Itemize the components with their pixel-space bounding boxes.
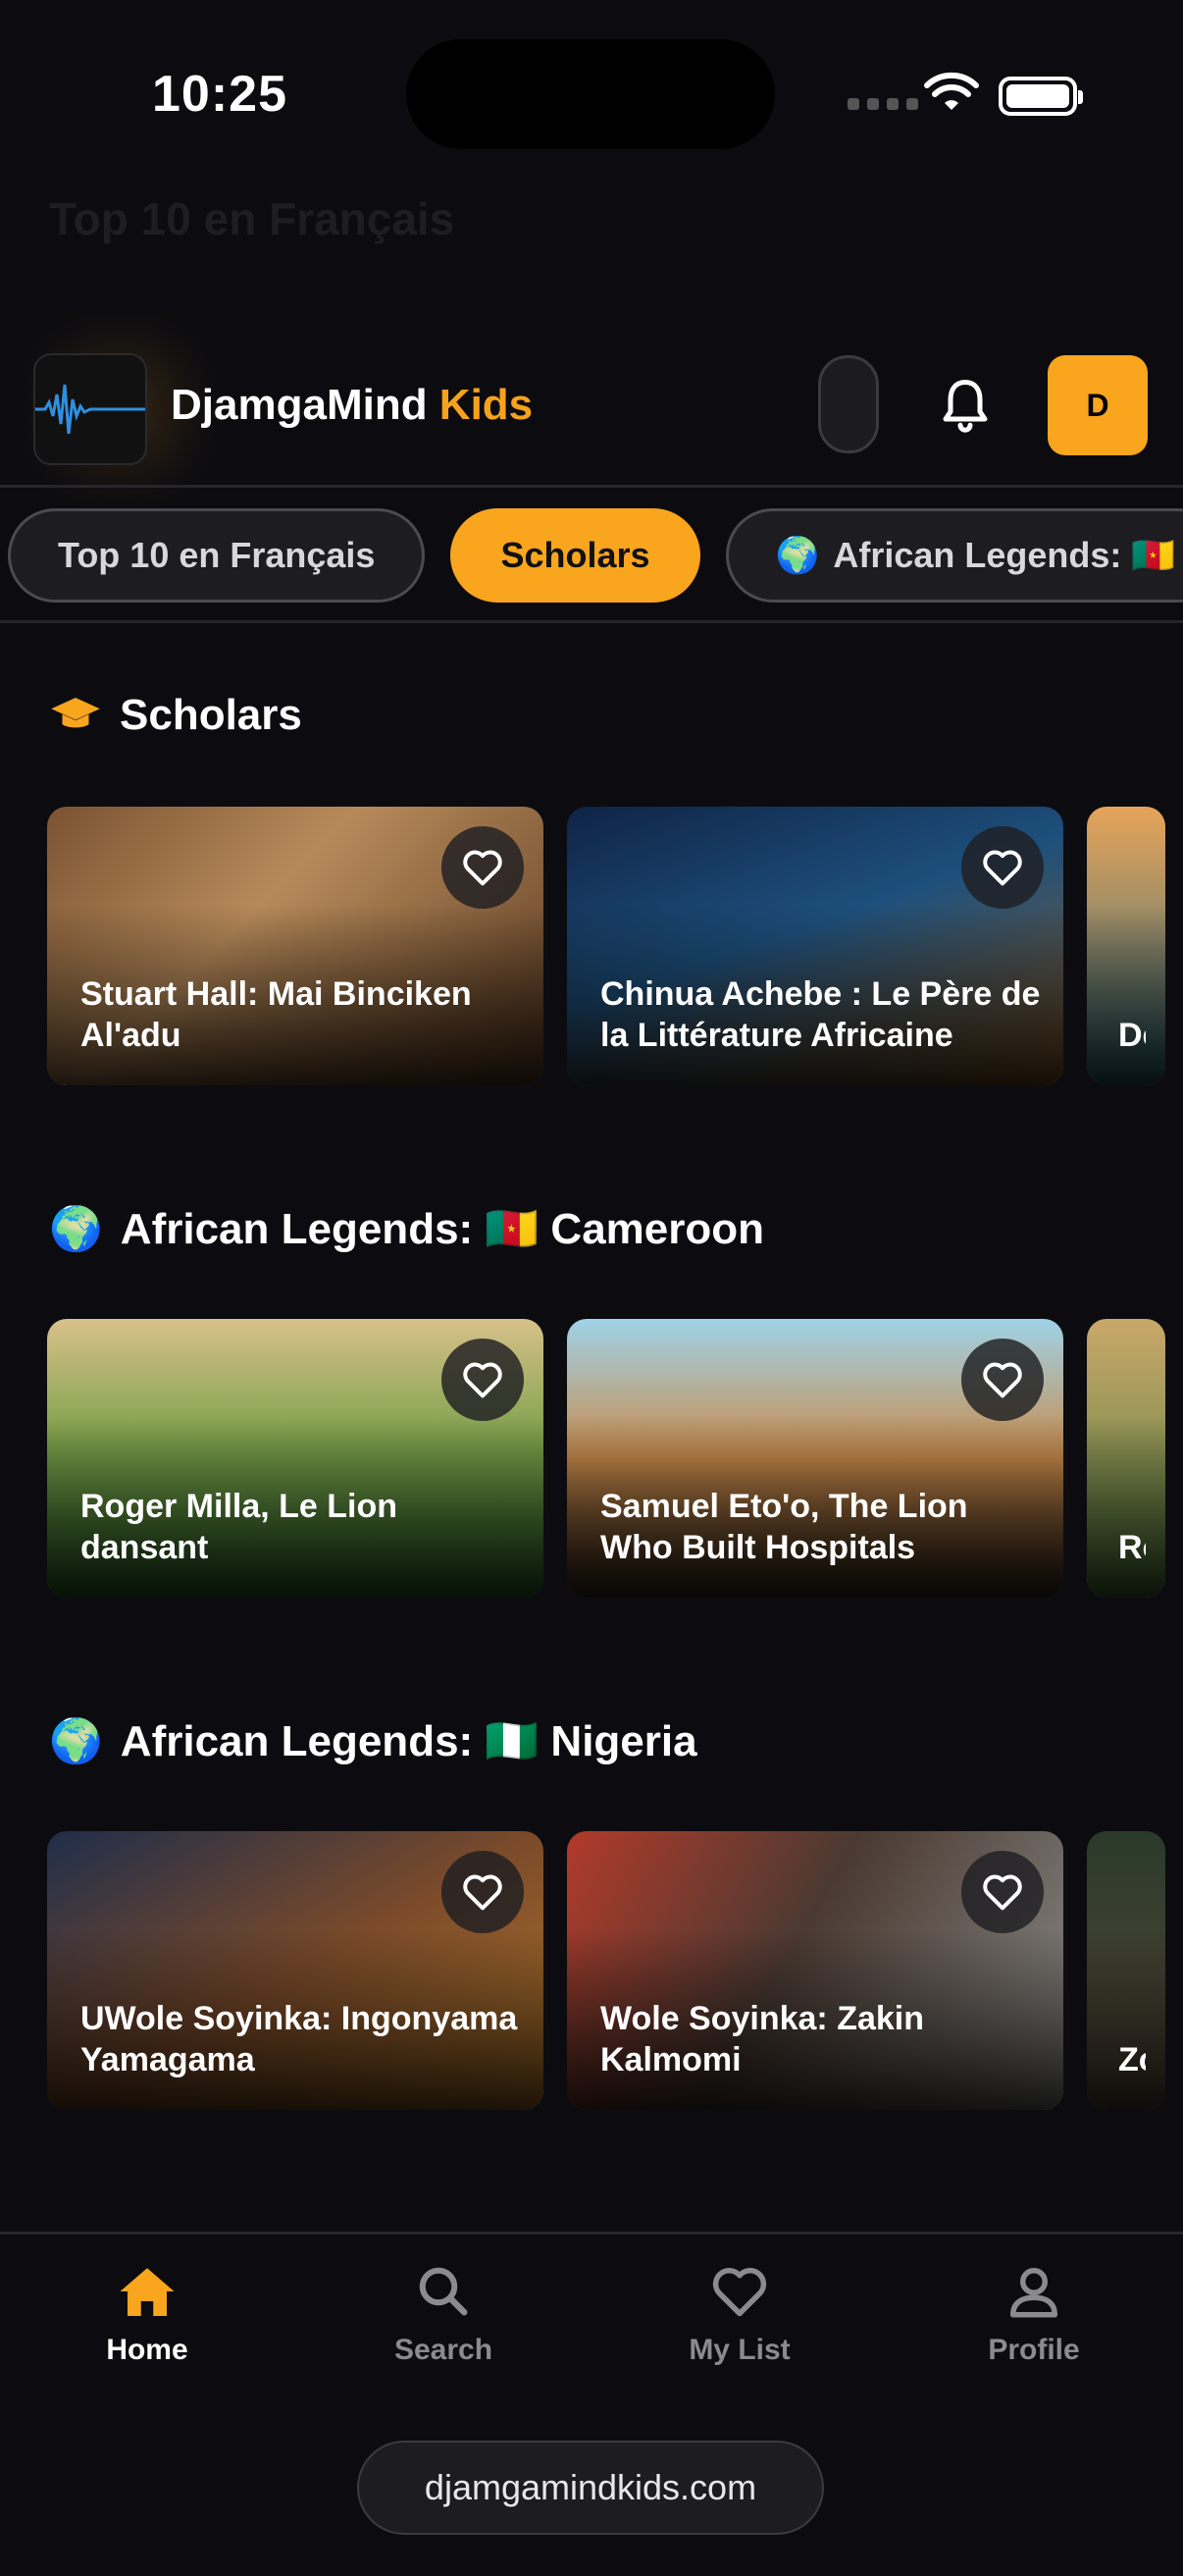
heart-icon	[712, 2268, 767, 2317]
brand-name: DjamgaMind	[171, 381, 428, 429]
app-logo[interactable]	[33, 353, 147, 465]
category-tabs: Top 10 en Français Scholars 🌍 African Leg…	[8, 508, 1183, 603]
card-title: Zola Blan	[1118, 2041, 1146, 2078]
card-wole-soyinka[interactable]: Wole Soyinka: Zakin Kalmomi	[567, 1831, 1063, 2110]
dynamic-island	[406, 39, 775, 149]
header-divider	[0, 485, 1183, 488]
app-header: DjamgaMind Kids D	[0, 334, 1183, 481]
profile-icon	[1010, 2268, 1057, 2318]
tabs-divider	[0, 620, 1183, 623]
nav-my-list[interactable]: My List	[642, 2264, 838, 2367]
globe-icon: 🌍	[775, 535, 820, 575]
nav-search[interactable]: Search	[345, 2264, 541, 2367]
favorite-heart-icon[interactable]	[441, 826, 524, 909]
tab-scholars[interactable]: Scholars	[450, 508, 700, 603]
header-toggle-button[interactable]	[818, 355, 879, 453]
graduation-cap-icon	[51, 698, 100, 728]
favorite-heart-icon[interactable]	[441, 1851, 524, 1933]
tab-label: African Legends: 🇨🇲	[833, 535, 1176, 575]
card-title: Stuart Hall: Mai Binciken Al'adu	[80, 975, 472, 1054]
search-icon	[419, 2267, 468, 2316]
card-partial[interactable]: Zola Blan	[1087, 1831, 1165, 2110]
card-stuart-hall[interactable]: Stuart Hall: Mai Binciken Al'adu	[47, 807, 543, 1085]
status-bar: 10:25	[0, 0, 1183, 196]
favorite-heart-icon[interactable]	[441, 1339, 524, 1421]
section-title-nigeria: 🌍 African Legends: 🇳🇬 Nigeria	[49, 1715, 697, 1766]
background-section-title: Top 10 en Français	[49, 193, 455, 244]
battery-icon	[999, 77, 1083, 116]
section-title-cameroon: 🌍 African Legends: 🇨🇲 Cameroon	[49, 1203, 764, 1254]
nav-label: Profile	[988, 2334, 1080, 2366]
section-title-scholars: Scholars	[49, 691, 302, 740]
nav-label: Search	[393, 2334, 493, 2366]
favorite-heart-icon[interactable]	[961, 826, 1044, 909]
home-icon	[120, 2268, 175, 2316]
nav-profile[interactable]: Profile	[936, 2264, 1132, 2367]
tab-african-legends[interactable]: 🌍 African Legends: 🇨🇲	[725, 508, 1183, 603]
carousel-cameroon[interactable]: Roger Milla, Le Lion dansant Samuel Eto'…	[47, 1319, 1183, 1600]
card-title: Chinua Achebe : Le Père de la Littératur…	[600, 975, 1041, 1054]
brand-kids: Kids	[427, 381, 534, 429]
wifi-icon	[924, 72, 979, 110]
bottom-navigation: Home Search My List Profile djamgamindki…	[0, 2232, 1183, 2576]
section-heading: African Legends: 🇳🇬 Nigeria	[120, 1717, 697, 1765]
favorite-heart-icon[interactable]	[961, 1851, 1044, 1933]
tab-label: Top 10 en Français	[58, 535, 376, 575]
globe-icon: 🌍	[49, 1717, 103, 1765]
browser-url-bar[interactable]: djamgamindkids.com	[357, 2441, 824, 2535]
card-title: Rog Ana	[1118, 1529, 1146, 1566]
nav-home[interactable]: Home	[49, 2264, 245, 2367]
card-title: Wole Soyinka: Zakin Kalmomi	[600, 2000, 925, 2078]
card-title: Roger Milla, Le Lion dansant	[80, 1488, 398, 1566]
card-partial[interactable]: Rog Ana	[1087, 1319, 1165, 1598]
brand-title: DjamgaMind Kids	[171, 381, 533, 430]
notification-bell-icon[interactable]	[936, 375, 995, 434]
section-heading: Scholars	[120, 691, 302, 739]
card-title: Samuel Eto'o, The Lion Who Built Hospita…	[600, 1488, 968, 1566]
card-chinua-achebe[interactable]: Chinua Achebe : Le Père de la Littératur…	[567, 807, 1063, 1085]
card-title: Dere de F	[1118, 1017, 1146, 1054]
carousel-nigeria[interactable]: UWole Soyinka: Ingonyama Yamagama Wole S…	[47, 1831, 1183, 2112]
card-roger-milla[interactable]: Roger Milla, Le Lion dansant	[47, 1319, 543, 1598]
cellular-signal-icon	[848, 98, 918, 110]
carousel-scholars[interactable]: Stuart Hall: Mai Binciken Al'adu Chinua …	[47, 807, 1183, 1087]
tab-top-10-francais[interactable]: Top 10 en Français	[8, 508, 426, 603]
favorite-heart-icon[interactable]	[961, 1339, 1044, 1421]
user-avatar[interactable]: D	[1048, 355, 1148, 455]
soundwave-icon	[35, 384, 145, 435]
card-title: UWole Soyinka: Ingonyama Yamagama	[80, 2000, 518, 2078]
card-samuel-etoo[interactable]: Samuel Eto'o, The Lion Who Built Hospita…	[567, 1319, 1063, 1598]
card-uwole-soyinka[interactable]: UWole Soyinka: Ingonyama Yamagama	[47, 1831, 543, 2110]
tab-label: Scholars	[500, 535, 650, 575]
nav-label: Home	[106, 2334, 188, 2366]
globe-icon: 🌍	[49, 1205, 103, 1253]
nav-label: My List	[689, 2334, 791, 2366]
card-partial[interactable]: Dere de F	[1087, 807, 1165, 1085]
status-time: 10:25	[152, 66, 287, 123]
section-heading: African Legends: 🇨🇲 Cameroon	[120, 1205, 765, 1253]
